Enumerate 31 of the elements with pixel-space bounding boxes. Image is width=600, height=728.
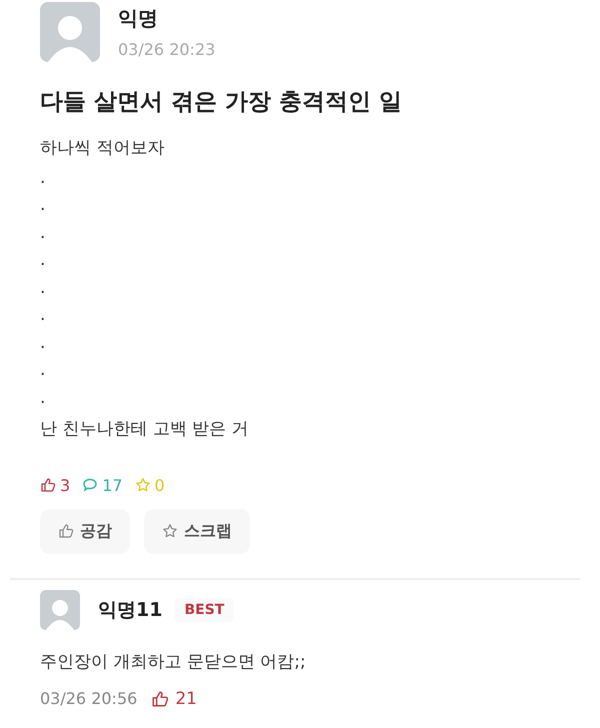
body-line: . [40, 166, 46, 190]
comment-count: 17 [102, 476, 123, 494]
avatar-icon [40, 590, 80, 630]
body-line: 난 친누나한테 고백 받은 거 [40, 418, 250, 441]
best-badge: BEST [174, 598, 234, 622]
body-line: . [40, 332, 46, 354]
body-line: . [40, 304, 46, 327]
thumbs-up-icon [151, 690, 170, 708]
comment-like-count: 21 [175, 688, 197, 708]
thumbs-up-icon [40, 477, 56, 493]
comment-text: 주인장이 개최하고 문닫으면 어캄;; [40, 650, 307, 672]
body-line: . [40, 222, 46, 244]
post-time: 03/26 20:23 [118, 40, 216, 59]
body-line: 하나씩 적어보자 [40, 137, 166, 160]
body-line: . [40, 386, 46, 410]
star-icon [162, 523, 178, 539]
body-line: . [40, 249, 46, 272]
comment-author: 익명11 [98, 598, 162, 622]
body-line: . [40, 276, 46, 300]
comment-time: 03/26 20:56 [40, 689, 138, 708]
author-name: 익명 [118, 5, 159, 32]
like-button[interactable]: 공감 [40, 508, 130, 554]
body-line: . [40, 194, 46, 217]
post-title: 다들 살면서 겪은 가장 충격적인 일 [40, 88, 404, 117]
thumbs-up-icon [58, 523, 74, 539]
like-count: 3 [60, 476, 70, 494]
body-line: . [40, 359, 46, 382]
scrap-count: 0 [154, 476, 165, 494]
scrap-button[interactable]: 스크랩 [144, 508, 250, 554]
star-icon [134, 477, 151, 493]
speech-bubble-icon [82, 477, 98, 493]
